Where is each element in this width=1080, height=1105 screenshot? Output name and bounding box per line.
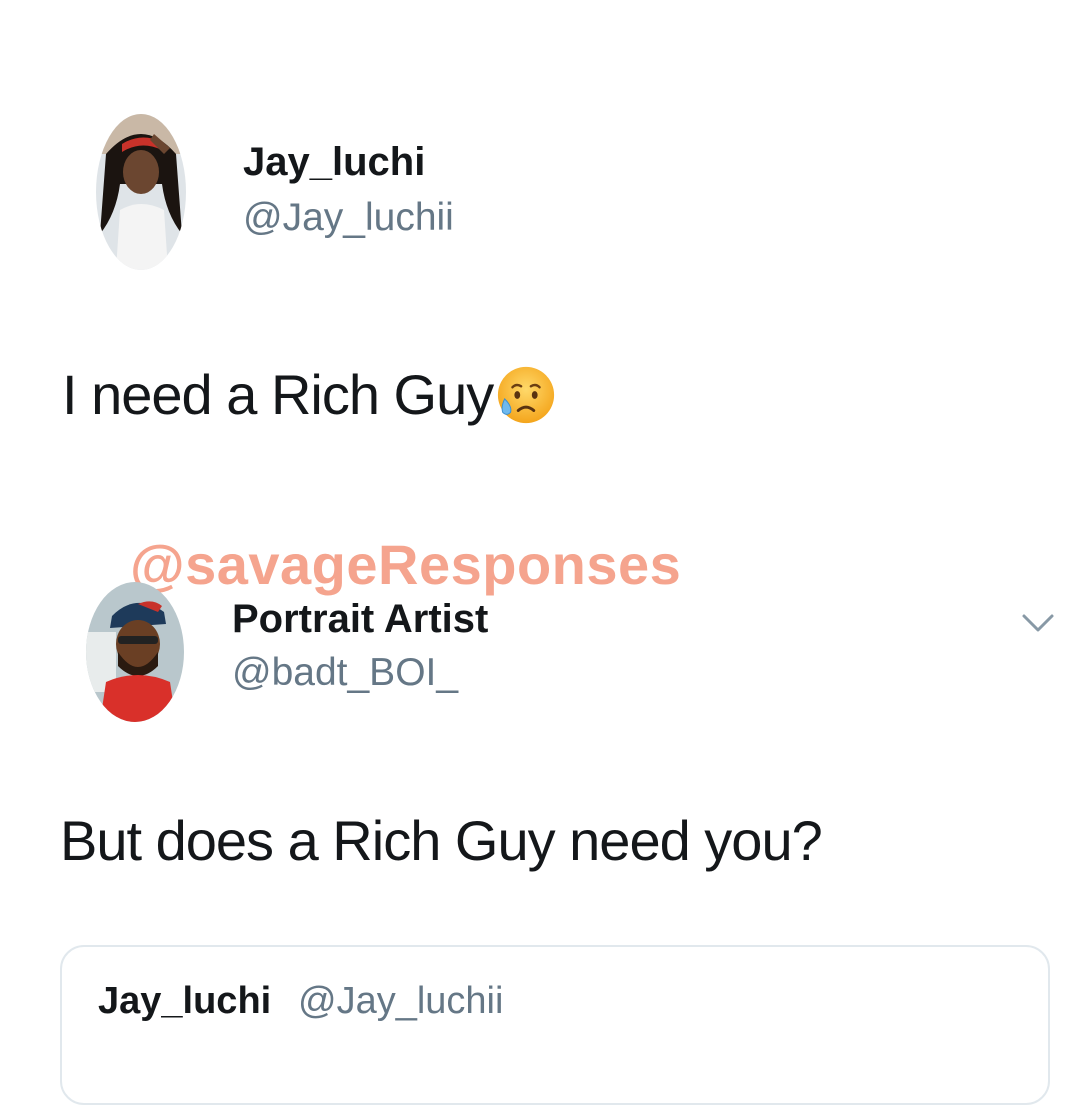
chevron-down-icon[interactable]: [1018, 608, 1058, 638]
author-handle[interactable]: @Jay_luchii: [243, 196, 454, 240]
quoted-author-display-name[interactable]: Jay_luchi: [98, 980, 271, 1023]
quoted-tweet-card[interactable]: [60, 945, 1050, 1105]
quoted-author-handle[interactable]: @Jay_luchii: [298, 980, 503, 1023]
avatar-jay-luchi[interactable]: [96, 114, 186, 270]
avatar-photo: [96, 114, 186, 270]
tweet-text: I need a Rich Guy: [62, 362, 557, 427]
author-display-name[interactable]: Jay_luchi: [243, 140, 425, 185]
avatar-portrait-artist[interactable]: [86, 582, 184, 722]
reply-tweet-text: But does a Rich Guy need you?: [60, 809, 823, 872]
watermark-text: @savageResponses: [130, 533, 682, 596]
tweet-text-content: I need a Rich Guy: [62, 363, 494, 426]
sad-but-relieved-face-emoji-icon: [498, 366, 555, 423]
reply-author-handle[interactable]: @badt_BOI_: [232, 651, 458, 695]
avatar-photo: [86, 582, 184, 722]
reply-author-display-name[interactable]: Portrait Artist: [232, 597, 488, 642]
